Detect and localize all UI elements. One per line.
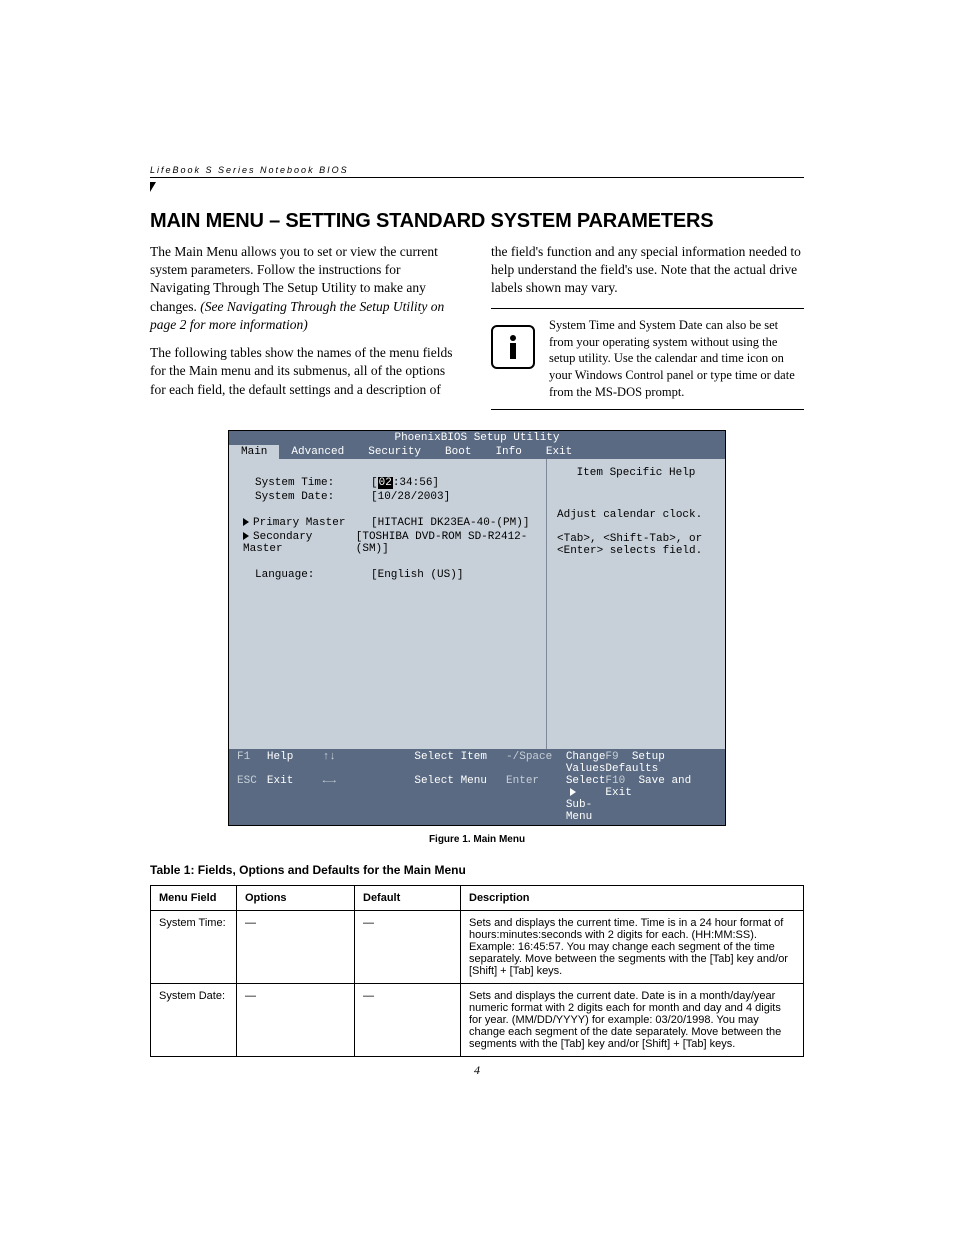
select-submenu-label: SelectSub-Menu	[566, 775, 606, 823]
bios-main-panel: System Time: [02:34:56] System Date: [10…	[229, 459, 547, 749]
table-row: System Time: — — Sets and displays the c…	[151, 911, 804, 984]
info-callout: System Time and System Date can also be …	[491, 308, 804, 410]
f1-key: F1	[237, 751, 267, 775]
intro-columns: The Main Menu allows you to set or view …	[150, 243, 804, 410]
tab-boot[interactable]: Boot	[433, 445, 483, 459]
primary-master-label[interactable]: Primary Master	[253, 517, 345, 529]
submenu-arrow-icon	[570, 788, 576, 796]
submenu-arrow-icon	[243, 532, 249, 540]
th-menu-field: Menu Field	[151, 886, 237, 911]
cell-options: —	[237, 984, 355, 1057]
table-row: System Date: — — Sets and displays the c…	[151, 984, 804, 1057]
fields-table: Menu Field Options Default Description S…	[150, 885, 804, 1057]
select-menu-label: Select Menu	[414, 775, 506, 823]
submenu-arrow-icon	[243, 518, 249, 526]
help-line-3: <Enter> selects field.	[557, 545, 715, 557]
f9-key: F9	[605, 751, 618, 763]
corner-mark-icon	[150, 182, 156, 192]
page-number: 4	[150, 1063, 804, 1078]
table-title: Table 1: Fields, Options and Defaults fo…	[150, 863, 804, 877]
intro-p2a: The following tables show the names of t…	[150, 344, 463, 399]
system-time-value[interactable]: [02:34:56]	[371, 477, 439, 489]
secondary-master-label[interactable]: Secondary Master	[243, 531, 312, 555]
tab-exit[interactable]: Exit	[534, 445, 584, 459]
nav-updown-icon: ↑↓	[323, 751, 415, 775]
system-time-label: System Time:	[243, 477, 371, 489]
tab-info[interactable]: Info	[483, 445, 533, 459]
system-date-label: System Date:	[243, 491, 371, 503]
info-text: System Time and System Date can also be …	[549, 317, 804, 401]
th-description: Description	[461, 886, 804, 911]
enter-key: Enter	[506, 775, 566, 823]
esc-label: Exit	[267, 775, 323, 823]
change-values-label: Change Values	[566, 751, 606, 775]
f10-key: F10	[605, 775, 625, 787]
cell-default: —	[355, 911, 461, 984]
language-value[interactable]: [English (US)]	[371, 569, 463, 581]
cell-field: System Time:	[151, 911, 237, 984]
bios-help-panel: Item Specific Help Adjust calendar clock…	[547, 459, 725, 749]
th-default: Default	[355, 886, 461, 911]
cell-default: —	[355, 984, 461, 1057]
bios-screenshot: PhoenixBIOS Setup Utility Main Advanced …	[228, 430, 726, 826]
help-line-1: Adjust calendar clock.	[557, 509, 715, 521]
change-values-key: -/Space	[506, 751, 566, 775]
primary-master-value: [HITACHI DK23EA-40-(PM)]	[371, 517, 529, 529]
page-title: MAIN MENU – SETTING STANDARD SYSTEM PARA…	[150, 210, 804, 233]
bios-tab-bar: Main Advanced Security Boot Info Exit	[229, 445, 725, 459]
bios-title: PhoenixBIOS Setup Utility	[229, 431, 725, 445]
cell-description: Sets and displays the current date. Date…	[461, 984, 804, 1057]
select-item-label: Select Item	[414, 751, 506, 775]
table-header-row: Menu Field Options Default Description	[151, 886, 804, 911]
language-label: Language:	[243, 569, 371, 581]
cell-field: System Date:	[151, 984, 237, 1057]
system-date-value[interactable]: [10/28/2003]	[371, 491, 450, 503]
running-header: LifeBook S Series Notebook BIOS	[150, 165, 804, 178]
tab-security[interactable]: Security	[356, 445, 433, 459]
tab-main[interactable]: Main	[229, 445, 279, 459]
help-title: Item Specific Help	[557, 467, 715, 479]
th-options: Options	[237, 886, 355, 911]
secondary-master-value: [TOSHIBA DVD-ROM SD-R2412-(SM)]	[356, 531, 536, 555]
time-hh-selected[interactable]: 02	[378, 477, 393, 489]
f1-label: Help	[267, 751, 323, 775]
bios-footer: F1 Help ↑↓ Select Item -/Space Change Va…	[229, 749, 725, 825]
intro-p2b: the field's function and any special inf…	[491, 243, 804, 298]
figure-caption: Figure 1. Main Menu	[150, 834, 804, 845]
esc-key: ESC	[237, 775, 267, 823]
tab-advanced[interactable]: Advanced	[279, 445, 356, 459]
cell-description: Sets and displays the current time. Time…	[461, 911, 804, 984]
help-line-2: <Tab>, <Shift-Tab>, or	[557, 533, 715, 545]
cell-options: —	[237, 911, 355, 984]
info-icon	[491, 325, 535, 369]
nav-leftright-icon: ←→	[323, 775, 415, 823]
